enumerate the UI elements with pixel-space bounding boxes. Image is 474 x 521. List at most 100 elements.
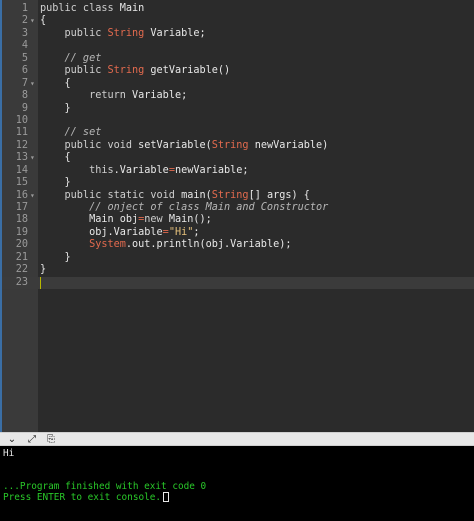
- line-number: 1: [21, 3, 28, 14]
- line-number: 23: [15, 276, 28, 288]
- line-number: 10: [15, 114, 28, 126]
- code-token: .Variable: [113, 164, 169, 176]
- copy-output-icon[interactable]: ⎘: [45, 434, 57, 445]
- fold-toggle-icon[interactable]: ▾: [30, 15, 38, 27]
- code-line[interactable]: 22}: [2, 264, 474, 276]
- exit-prompt: Press ENTER to exit console.: [3, 492, 170, 503]
- code-token: }: [40, 102, 71, 114]
- code-token: getVariable(): [144, 65, 231, 77]
- code-line[interactable]: 19 obj.Variable="Hi";: [2, 227, 474, 239]
- line-number: 7: [21, 77, 28, 89]
- fold-toggle-icon[interactable]: ▾: [30, 190, 38, 202]
- code-text: // onject of class Main and Constructor: [40, 202, 328, 214]
- text-cursor: [40, 276, 41, 289]
- code-token: }: [40, 251, 71, 263]
- code-text: public String Variable;: [40, 28, 206, 40]
- code-token: newVariable): [248, 139, 329, 151]
- code-line[interactable]: 10: [2, 115, 474, 127]
- line-number: 21: [15, 251, 28, 263]
- line-number: 6: [21, 65, 28, 77]
- code-line[interactable]: 12 public void setVariable(String newVar…: [2, 140, 474, 152]
- code-token: Variable;: [144, 27, 206, 39]
- code-line[interactable]: 9 }: [2, 103, 474, 115]
- code-line[interactable]: 7 ▾ {: [2, 78, 474, 90]
- code-token: Variable;: [132, 90, 188, 102]
- code-line[interactable]: 11 // set: [2, 127, 474, 139]
- code-token: Main();: [168, 214, 212, 226]
- code-token: // set: [40, 127, 102, 139]
- code-text: }: [40, 177, 71, 189]
- code-token: }: [40, 177, 71, 189]
- code-token: Main: [119, 3, 145, 14]
- code-line[interactable]: 6 public String getVariable(): [2, 65, 474, 77]
- code-editor[interactable]: 1 public class Main 2 ▾{3 public String Var…: [0, 0, 474, 432]
- code-text: {: [40, 78, 71, 90]
- code-token: [] args) {: [248, 189, 310, 201]
- code-line[interactable]: 16 ▾ public static void main(String[] arg…: [2, 190, 474, 202]
- line-number: 4: [21, 40, 28, 52]
- code-text: public static void main(String[] args) {: [40, 190, 310, 202]
- code-token: {: [40, 152, 71, 164]
- code-token: Main obj: [40, 214, 139, 226]
- code-line[interactable]: 4: [2, 40, 474, 52]
- code-lines[interactable]: 1 public class Main 2 ▾{3 public String Var…: [2, 3, 474, 290]
- code-token: public void: [40, 139, 139, 151]
- code-line[interactable]: 18 Main obj=new Main();: [2, 214, 474, 226]
- code-token: String: [107, 65, 145, 77]
- code-token: setVariable(: [138, 139, 212, 151]
- fold-toggle-icon[interactable]: ▾: [30, 78, 38, 90]
- code-token: public static void: [40, 189, 182, 201]
- code-token: .out.println(obj.Variable);: [125, 239, 292, 251]
- line-number: 12: [15, 139, 28, 151]
- code-text: System.out.println(obj.Variable);: [40, 239, 291, 251]
- code-text: this.Variable=newVariable;: [40, 165, 249, 177]
- code-line[interactable]: 23: [2, 276, 474, 290]
- line-number: 17: [15, 202, 28, 213]
- code-token: {: [40, 15, 47, 27]
- console-toolbar: ⌄ ⤢ ⎘: [0, 432, 474, 446]
- line-number: 13: [15, 152, 28, 164]
- code-token: System: [40, 239, 126, 251]
- line-number: 5: [21, 52, 28, 64]
- code-token: // onject of class Main and Constructor: [40, 202, 329, 213]
- code-text: public void setVariable(String newVariab…: [40, 139, 329, 152]
- code-token: new: [144, 214, 169, 226]
- code-line[interactable]: 13 ▾ {: [2, 152, 474, 164]
- line-number: 15: [15, 177, 28, 189]
- code-text: }: [40, 103, 71, 115]
- code-line[interactable]: 15 }: [2, 177, 474, 189]
- code-line[interactable]: 1 public class Main: [2, 3, 474, 15]
- code-token: }: [40, 264, 47, 276]
- code-line[interactable]: 8 return Variable;: [2, 90, 474, 102]
- collapse-console-icon[interactable]: ⌄: [6, 434, 18, 445]
- code-line[interactable]: 21 }: [2, 252, 474, 264]
- code-line[interactable]: 20 System.out.println(obj.Variable);: [2, 239, 474, 251]
- line-number: 16: [15, 189, 28, 201]
- code-line[interactable]: 3 public String Variable;: [2, 28, 474, 40]
- output-console[interactable]: Hi ...Program finished with exit code 0 …: [0, 446, 474, 521]
- line-number: 9: [21, 102, 28, 114]
- code-text: {: [40, 152, 71, 164]
- line-number: 18: [15, 214, 28, 226]
- line-number: 14: [15, 164, 28, 176]
- code-token: "Hi": [168, 226, 194, 238]
- expand-console-icon[interactable]: ⤢: [26, 434, 38, 445]
- fold-toggle-icon[interactable]: ▾: [30, 152, 38, 164]
- code-line[interactable]: 14 this.Variable=newVariable;: [2, 165, 474, 177]
- code-text: {: [40, 15, 46, 27]
- line-number: 22: [15, 264, 28, 276]
- code-line[interactable]: 2 ▾{: [2, 15, 474, 27]
- code-token: public class: [40, 3, 120, 14]
- code-token: return: [40, 90, 133, 102]
- code-token: {: [40, 77, 71, 89]
- code-token: public: [40, 65, 108, 77]
- code-token: String: [107, 27, 145, 39]
- line-number: 8: [21, 90, 28, 102]
- code-token: this: [40, 164, 114, 176]
- line-number: 19: [15, 226, 28, 238]
- code-line[interactable]: 17 // onject of class Main and Construct…: [2, 202, 474, 214]
- code-text: Main obj=new Main();: [40, 214, 212, 226]
- code-line[interactable]: 5 // get: [2, 53, 474, 65]
- code-text: }: [40, 252, 71, 264]
- code-text: public class Main: [40, 3, 144, 15]
